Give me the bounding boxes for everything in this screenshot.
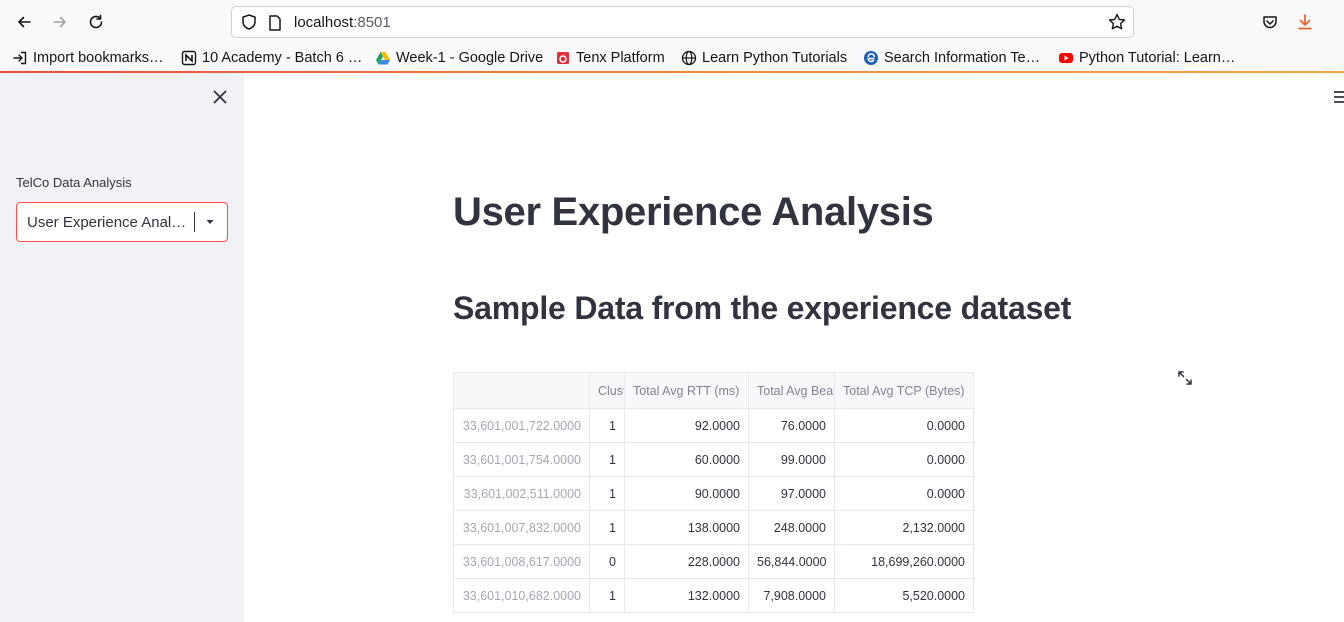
cell-bearer[interactable]: 56,844.0000	[748, 544, 835, 579]
bookmark-label: Tenx Platform	[576, 50, 665, 66]
cell-cluster[interactable]: 1	[589, 408, 625, 443]
cell-rtt[interactable]: 90.0000	[624, 476, 749, 511]
page-info-icon[interactable]	[267, 14, 283, 32]
hamburger-menu-icon[interactable]	[1334, 90, 1344, 104]
column-header-cluster[interactable]: Cluster	[589, 372, 625, 409]
cell-tcp[interactable]: 0.0000	[834, 442, 974, 477]
fullscreen-expand-icon[interactable]	[1177, 370, 1193, 386]
back-arrow-icon	[18, 16, 31, 28]
analysis-select[interactable]: User Experience Analysis	[16, 202, 228, 242]
row-index[interactable]: 33,601,008,617.0000	[453, 544, 590, 579]
reload-icon	[89, 14, 103, 29]
table-row: 33,601,002,511.0000 1 90.0000 97.0000 0.…	[453, 476, 974, 511]
reload-button[interactable]	[82, 8, 110, 36]
page-title: User Experience Analysis	[453, 190, 934, 234]
cell-bearer[interactable]: 99.0000	[748, 442, 835, 477]
cell-rtt[interactable]: 60.0000	[624, 442, 749, 477]
data-table[interactable]: Cluster Total Avg RTT (ms) Total Avg Bea…	[453, 372, 974, 613]
row-index[interactable]: 33,601,007,832.0000	[453, 510, 590, 545]
row-index[interactable]: 33,601,001,722.0000	[453, 408, 590, 443]
cell-rtt[interactable]: 138.0000	[624, 510, 749, 545]
globe-icon	[681, 50, 697, 66]
back-button[interactable]	[10, 8, 38, 36]
import-icon	[12, 50, 28, 66]
cell-cluster[interactable]: 1	[589, 510, 625, 545]
cell-bearer[interactable]: 248.0000	[748, 510, 835, 545]
youtube-icon	[1058, 50, 1074, 66]
row-index[interactable]: 33,601,001,754.0000	[453, 442, 590, 477]
cell-cluster[interactable]: 1	[589, 578, 625, 613]
table-header-row: Cluster Total Avg RTT (ms) Total Avg Bea…	[453, 372, 974, 409]
select-text-cursor	[194, 212, 195, 232]
url-bar[interactable]: localhost:8501	[231, 6, 1134, 38]
forward-button[interactable]	[46, 8, 74, 36]
table-row: 33,601,001,722.0000 1 92.0000 76.0000 0.…	[453, 408, 974, 443]
chevron-down-icon[interactable]	[205, 217, 215, 227]
select-value: User Experience Analysis	[27, 214, 193, 231]
column-header-bearer[interactable]: Total Avg Bearer TP (kbps)	[748, 372, 835, 409]
bookmark-python-tutorial[interactable]: Python Tutorial: Learn…	[1058, 48, 1235, 68]
bookmark-label: Search Information Te…	[884, 50, 1041, 66]
tenx-icon	[555, 50, 571, 66]
table-row: 33,601,010,682.0000 1 132.0000 7,908.000…	[453, 578, 974, 613]
cell-tcp[interactable]: 5,520.0000	[834, 578, 974, 613]
pocket-button[interactable]	[1256, 8, 1284, 36]
column-header-tcp[interactable]: Total Avg TCP (Bytes)	[834, 372, 974, 409]
close-icon[interactable]	[210, 87, 230, 107]
bookmark-label: 10 Academy - Batch 6 …	[202, 50, 363, 66]
table-row: 33,601,001,754.0000 1 60.0000 99.0000 0.…	[453, 442, 974, 477]
bookmark-label: Import bookmarks…	[33, 50, 164, 66]
row-index[interactable]: 33,601,010,682.0000	[453, 578, 590, 613]
bookmark-learn-python[interactable]: Learn Python Tutorials	[681, 48, 847, 68]
bookmark-label: Week-1 - Google Drive	[396, 50, 544, 66]
sidebar: TelCo Data Analysis User Experience Anal…	[0, 73, 244, 622]
table-row: 33,601,007,832.0000 1 138.0000 248.0000 …	[453, 510, 974, 545]
bookmark-star-icon[interactable]	[1107, 12, 1127, 32]
cell-tcp[interactable]: 0.0000	[834, 408, 974, 443]
cell-rtt[interactable]: 92.0000	[624, 408, 749, 443]
section-heading: Sample Data from the experience dataset	[453, 290, 1072, 326]
select-label: TelCo Data Analysis	[16, 175, 132, 190]
cell-rtt[interactable]: 132.0000	[624, 578, 749, 613]
bookmark-search-information[interactable]: Search Information Te…	[863, 48, 1040, 68]
column-header-rtt[interactable]: Total Avg RTT (ms)	[624, 372, 749, 409]
column-header-index[interactable]	[453, 372, 590, 409]
url-text[interactable]: localhost:8501	[294, 14, 391, 31]
row-index[interactable]: 33,601,002,511.0000	[453, 476, 590, 511]
cell-tcp[interactable]: 0.0000	[834, 476, 974, 511]
notion-icon	[181, 50, 197, 66]
cell-tcp[interactable]: 18,699,260.0000	[834, 544, 974, 579]
bookmarks-bar: Import bookmarks… 10 Academy - Batch 6 ……	[0, 44, 1344, 71]
cell-tcp[interactable]: 2,132.0000	[834, 510, 974, 545]
cell-rtt[interactable]: 228.0000	[624, 544, 749, 579]
cell-cluster[interactable]: 1	[589, 442, 625, 477]
downloads-button[interactable]	[1291, 8, 1319, 36]
google-drive-icon	[375, 50, 391, 66]
bookmark-google-drive[interactable]: Week-1 - Google Drive	[375, 48, 543, 68]
url-host: localhost	[294, 14, 354, 31]
shield-icon[interactable]	[240, 13, 258, 31]
bookmark-tenx[interactable]: Tenx Platform	[555, 48, 665, 68]
edge-icon	[863, 50, 879, 66]
cell-bearer[interactable]: 7,908.0000	[748, 578, 835, 613]
bookmark-label: Learn Python Tutorials	[702, 50, 848, 66]
pocket-icon	[1263, 16, 1277, 29]
download-icon	[1298, 14, 1312, 30]
browser-toolbar: localhost:8501	[0, 0, 1344, 44]
bookmark-label: Python Tutorial: Learn…	[1079, 50, 1236, 66]
cell-bearer[interactable]: 97.0000	[748, 476, 835, 511]
cell-cluster[interactable]: 0	[589, 544, 625, 579]
cell-bearer[interactable]: 76.0000	[748, 408, 835, 443]
bookmark-import[interactable]: Import bookmarks…	[12, 48, 164, 68]
forward-arrow-icon	[53, 16, 66, 28]
cell-cluster[interactable]: 1	[589, 476, 625, 511]
table-row: 33,601,008,617.0000 0 228.0000 56,844.00…	[453, 544, 974, 579]
url-port: :8501	[353, 14, 391, 31]
bookmark-10-academy[interactable]: 10 Academy - Batch 6 …	[181, 48, 362, 68]
